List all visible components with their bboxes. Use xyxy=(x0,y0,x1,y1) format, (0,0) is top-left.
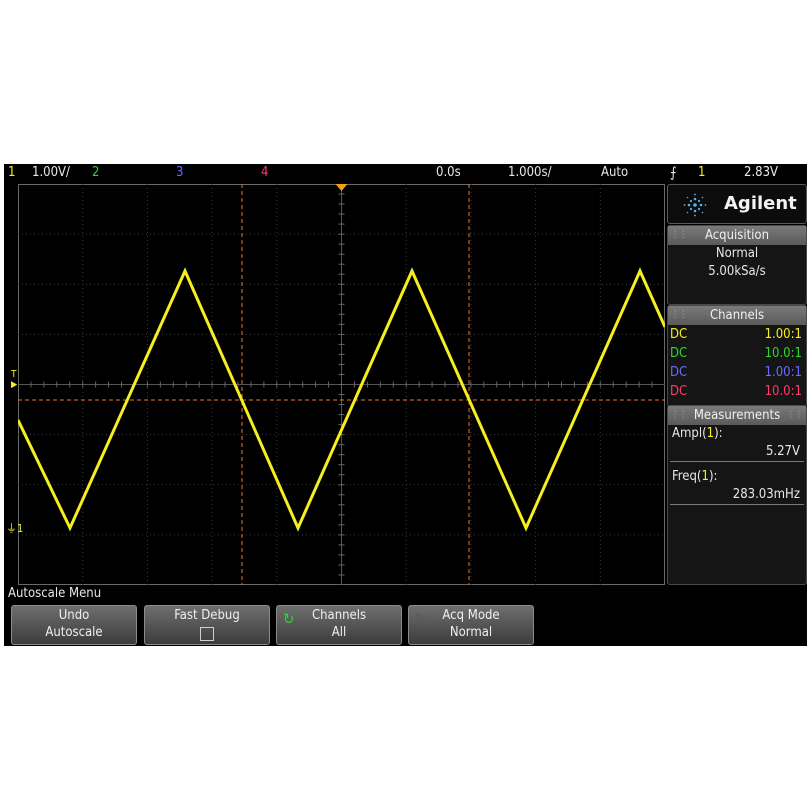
freq-value: 283.03mHz xyxy=(670,486,804,505)
fast-debug-checkbox[interactable] xyxy=(200,627,214,641)
ch3-number[interactable]: 3 xyxy=(176,165,183,180)
brand-name: Agilent xyxy=(724,193,797,214)
ch2-number[interactable]: 2 xyxy=(92,165,99,180)
trigger-source[interactable]: 1 xyxy=(698,165,705,180)
ch4-number[interactable]: 4 xyxy=(261,165,268,180)
channel-row-3: DC 1.00:1 xyxy=(670,365,802,380)
channel-row-1: DC 1.00:1 xyxy=(670,327,802,342)
measurements-panel[interactable]: ⋮⋮ Measurements ⋮⋮ Ampl(1): 5.27V Freq(1… xyxy=(667,405,807,585)
trigger-level-marker[interactable]: T ▶ xyxy=(11,370,17,391)
channel-row-4: DC 10.0:1 xyxy=(670,384,802,399)
grip-icon: ⋮⋮ xyxy=(671,230,688,240)
waveform-display[interactable] xyxy=(18,184,665,585)
trigger-level[interactable]: 2.83V xyxy=(744,165,778,180)
oscilloscope-screen: 1 1.00V/ 2 3 4 0.0s 1.000s/ Auto ⨍ 1 2.8… xyxy=(4,164,807,646)
graticule xyxy=(18,184,665,585)
ground-marker[interactable]: ⏚1 xyxy=(6,520,23,536)
ampl-value: 5.27V xyxy=(670,443,804,462)
side-panel: Agilent ⋮⋮ Acquisition Normal 5.00kSa/s … xyxy=(667,184,807,585)
channels-header: ⋮⋮ Channels xyxy=(668,306,806,325)
acquisition-header: ⋮⋮ Acquisition xyxy=(668,226,806,245)
grip-icon: ⋮⋮ xyxy=(671,410,688,420)
sample-rate: 5.00kSa/s xyxy=(708,264,766,279)
trigger-mode[interactable]: Auto xyxy=(601,165,628,180)
grip-icon: ⋮⋮ xyxy=(786,410,803,420)
acq-mode-button[interactable]: ↻ Acq Mode Normal xyxy=(408,605,534,645)
ch1-scale[interactable]: 1.00V/ xyxy=(32,165,70,180)
trigger-delay-marker xyxy=(335,184,348,191)
agilent-spark-icon xyxy=(683,193,707,217)
brand-logo: Agilent xyxy=(667,184,807,224)
ch1-number[interactable]: 1 xyxy=(8,165,15,180)
acquisition-mode: Normal xyxy=(715,246,759,261)
status-bar: 1 1.00V/ 2 3 4 0.0s 1.000s/ Auto ⨍ 1 2.8… xyxy=(4,164,807,184)
measurements-header: ⋮⋮ Measurements ⋮⋮ xyxy=(668,406,806,425)
channels-all-button[interactable]: ↻ Channels All xyxy=(276,605,402,645)
ground-icon: ⏚ xyxy=(6,522,17,535)
undo-autoscale-button[interactable]: Undo Autoscale xyxy=(11,605,137,645)
time-scale[interactable]: 1.000s/ xyxy=(508,165,552,180)
channels-panel[interactable]: ⋮⋮ Channels DC 1.00:1 DC 10.0:1 DC 1.00:… xyxy=(667,305,807,407)
freq-label: Freq(1): xyxy=(672,469,718,484)
menu-title: Autoscale Menu xyxy=(8,586,102,601)
channel-row-2: DC 10.0:1 xyxy=(670,346,802,361)
rising-edge-icon: ⨍ xyxy=(670,165,677,181)
acquisition-panel[interactable]: ⋮⋮ Acquisition Normal 5.00kSa/s xyxy=(667,225,807,305)
ampl-label: Ampl(1): xyxy=(672,426,723,441)
time-delay[interactable]: 0.0s xyxy=(436,165,461,180)
fast-debug-button[interactable]: Fast Debug xyxy=(144,605,270,645)
grip-icon: ⋮⋮ xyxy=(671,310,688,320)
